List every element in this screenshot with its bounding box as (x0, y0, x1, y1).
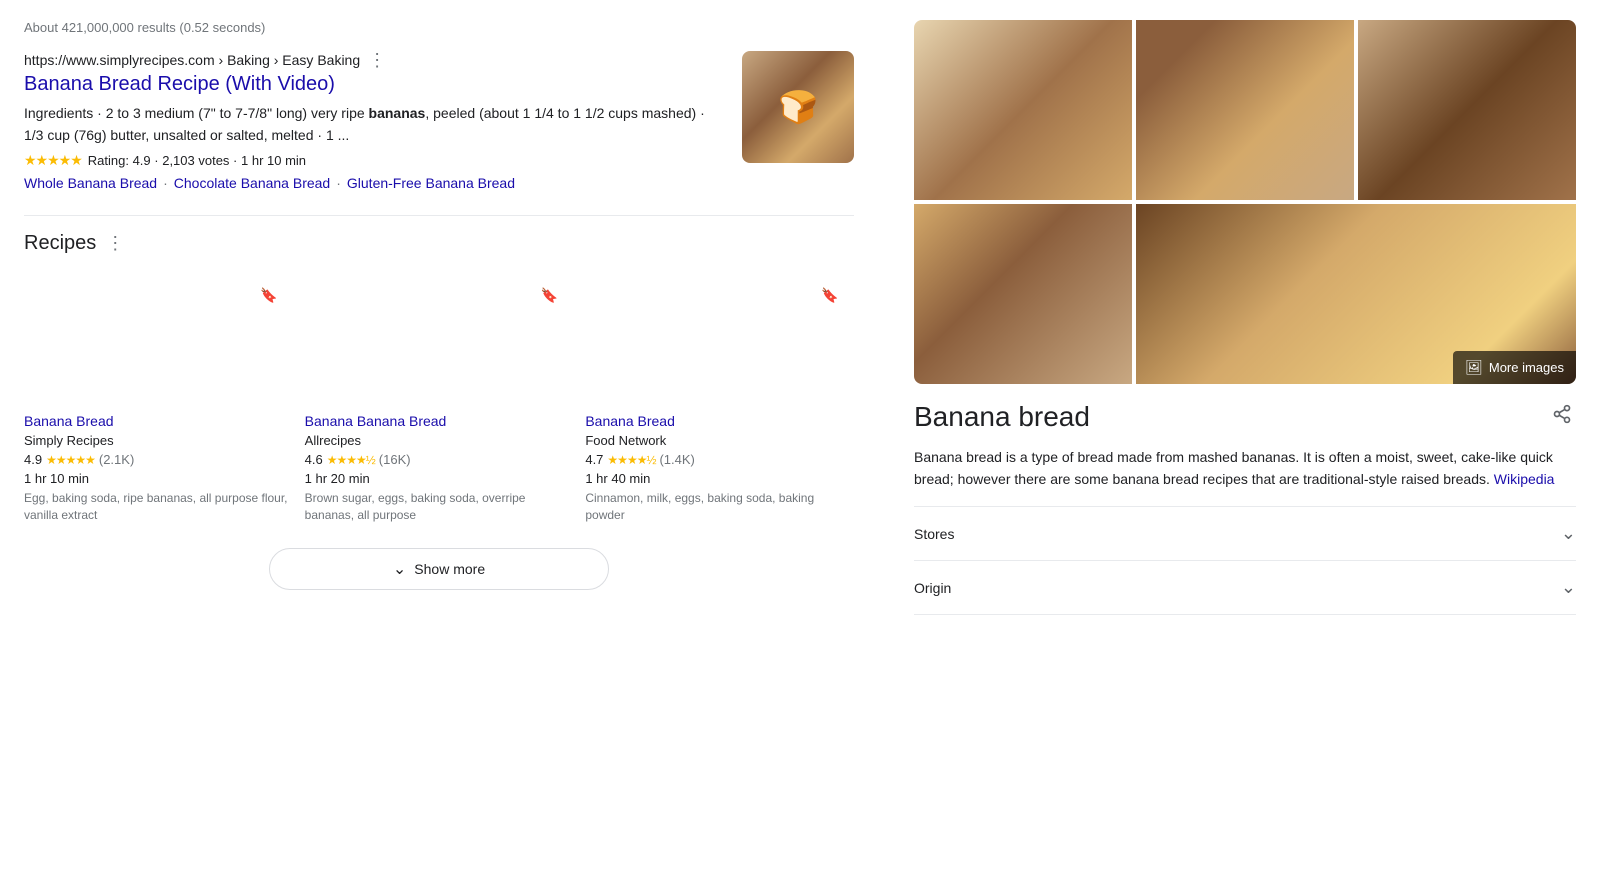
chevron-down-icon: ⌄ (393, 559, 406, 579)
recipes-header: Recipes ⋮ (24, 232, 854, 255)
show-more-label: Show more (414, 561, 485, 577)
sidebar-image-5[interactable]: 🖼 More images (1136, 204, 1576, 384)
recipe-ingredients-1: Egg, baking soda, ripe bananas, all purp… (24, 490, 293, 524)
recipe-source-3: Food Network (585, 433, 854, 448)
recipe-votes-2: (16K) (379, 452, 411, 467)
stores-label: Stores (914, 526, 954, 542)
recipe-name-2[interactable]: Banana Banana Bread (305, 413, 574, 429)
link-separator-2: · (336, 175, 341, 191)
bookmark-btn-2[interactable]: 🔖 (533, 279, 565, 311)
rating-text: Rating: 4.9 · 2,103 votes · 1 hr 10 min (88, 153, 306, 168)
bookmark-btn-3[interactable]: 🔖 (814, 279, 846, 311)
divider-1 (24, 215, 854, 216)
recipe-time-1: 1 hr 10 min (24, 471, 293, 486)
gluten-free-banana-bread-link[interactable]: Gluten-Free Banana Bread (347, 175, 515, 191)
recipe-name-1[interactable]: Banana Bread (24, 413, 293, 429)
recipe-rating-row-1: 4.9 ★★★★★ (2.1K) (24, 452, 293, 467)
result-with-thumbnail: https://www.simplyrecipes.com › Baking ›… (24, 51, 854, 191)
stores-chevron-icon: ⌄ (1561, 523, 1576, 544)
stores-accordion-btn[interactable]: Stores ⌄ (914, 507, 1576, 560)
sidebar-entity-header: Banana bread (914, 400, 1576, 434)
recipe-stars-2: ★★★★½ (327, 453, 375, 467)
thumbnail-image: 🍞 (742, 51, 854, 163)
whole-banana-bread-link[interactable]: Whole Banana Bread (24, 175, 157, 191)
more-images-overlay[interactable]: 🖼 More images (1453, 351, 1576, 384)
recipe-card-img-1: 🔖 (24, 271, 293, 403)
sidebar-images-grid: 🖼 More images (914, 20, 1576, 384)
recipe-votes-3: (1.4K) (659, 452, 694, 467)
recipes-more-btn[interactable]: ⋮ (106, 233, 124, 254)
recipe-ingredients-3: Cinnamon, milk, eggs, baking soda, bakin… (585, 490, 854, 524)
main-content: About 421,000,000 results (0.52 seconds)… (24, 20, 894, 615)
recipe-rating-num-2: 4.6 (305, 452, 323, 467)
recipe-source-2: Allrecipes (305, 433, 574, 448)
recipe-name-3[interactable]: Banana Bread (585, 413, 854, 429)
main-search-result: https://www.simplyrecipes.com › Baking ›… (24, 51, 854, 191)
sidebar-image-2[interactable] (1136, 20, 1354, 200)
show-more-button[interactable]: ⌄ Show more (269, 548, 609, 590)
sidebar-entity-title: Banana bread (914, 401, 1090, 433)
sidebar: 🖼 More images Banana bread Banana bread (894, 20, 1576, 615)
result-url-row: https://www.simplyrecipes.com › Baking ›… (24, 51, 726, 69)
sidebar-description: Banana bread is a type of bread made fro… (914, 446, 1576, 490)
share-button[interactable] (1548, 400, 1576, 434)
result-thumbnail[interactable]: 🍞 (742, 51, 854, 163)
breadcrumb-arrow: › (219, 52, 228, 68)
origin-accordion: Origin ⌄ (914, 561, 1576, 615)
result-links: Whole Banana Bread · Chocolate Banana Br… (24, 175, 726, 191)
more-images-label: More images (1489, 360, 1564, 375)
wikipedia-link[interactable]: Wikipedia (1494, 471, 1555, 487)
recipe-votes-1: (2.1K) (99, 452, 134, 467)
recipe-card-img-3: 🔖 (585, 271, 854, 403)
origin-accordion-btn[interactable]: Origin ⌄ (914, 561, 1576, 614)
bookmark-btn-1[interactable]: 🔖 (253, 279, 285, 311)
result-more-btn[interactable]: ⋮ (368, 51, 386, 69)
recipe-rating-num-3: 4.7 (585, 452, 603, 467)
stores-accordion: Stores ⌄ (914, 507, 1576, 561)
recipe-card-2[interactable]: 🔖 Banana Banana Bread Allrecipes 4.6 ★★★… (305, 271, 574, 524)
recipe-card-1[interactable]: 🔖 Banana Bread Simply Recipes 4.9 ★★★★★ … (24, 271, 293, 524)
recipes-section: Recipes ⋮ 🔖 Banana Bread Simply Recipes … (24, 232, 854, 590)
sidebar-entity-panel: Banana bread Banana bread is a type of b… (914, 400, 1576, 615)
recipe-time-2: 1 hr 20 min (305, 471, 574, 486)
recipe-rating-row-2: 4.6 ★★★★½ (16K) (305, 452, 574, 467)
show-more-row: ⌄ Show more (24, 548, 854, 590)
result-snippet: Ingredients · 2 to 3 medium (7" to 7-7/8… (24, 102, 726, 146)
recipe-ingredients-2: Brown sugar, eggs, baking soda, overripe… (305, 490, 574, 524)
recipe-card-3[interactable]: 🔖 Banana Bread Food Network 4.7 ★★★★½ (1… (585, 271, 854, 524)
images-icon: 🖼 (1465, 359, 1483, 376)
origin-label: Origin (914, 580, 951, 596)
recipe-time-3: 1 hr 40 min (585, 471, 854, 486)
rating-row: ★★★★★ Rating: 4.9 · 2,103 votes · 1 hr 1… (24, 152, 726, 169)
sidebar-image-1[interactable] (914, 20, 1132, 200)
origin-chevron-icon: ⌄ (1561, 577, 1576, 598)
recipe-rating-num-1: 4.9 (24, 452, 42, 467)
recipe-cards: 🔖 Banana Bread Simply Recipes 4.9 ★★★★★ … (24, 271, 854, 524)
result-url: https://www.simplyrecipes.com › Baking ›… (24, 52, 360, 68)
recipe-rating-row-3: 4.7 ★★★★½ (1.4K) (585, 452, 854, 467)
results-count: About 421,000,000 results (0.52 seconds) (24, 20, 854, 35)
sidebar-image-3[interactable] (1358, 20, 1576, 200)
recipe-source-1: Simply Recipes (24, 433, 293, 448)
chocolate-banana-bread-link[interactable]: Chocolate Banana Bread (174, 175, 330, 191)
recipe-stars-3: ★★★★½ (607, 453, 655, 467)
result-title[interactable]: Banana Bread Recipe (With Video) (24, 73, 726, 96)
recipes-section-title: Recipes (24, 232, 96, 255)
sidebar-image-4[interactable] (914, 204, 1132, 384)
result-text: https://www.simplyrecipes.com › Baking ›… (24, 51, 726, 191)
recipe-card-img-2: 🔖 (305, 271, 574, 403)
recipe-stars-1: ★★★★★ (46, 453, 95, 467)
rating-stars: ★★★★★ (24, 152, 82, 169)
link-separator-1: · (163, 175, 168, 191)
